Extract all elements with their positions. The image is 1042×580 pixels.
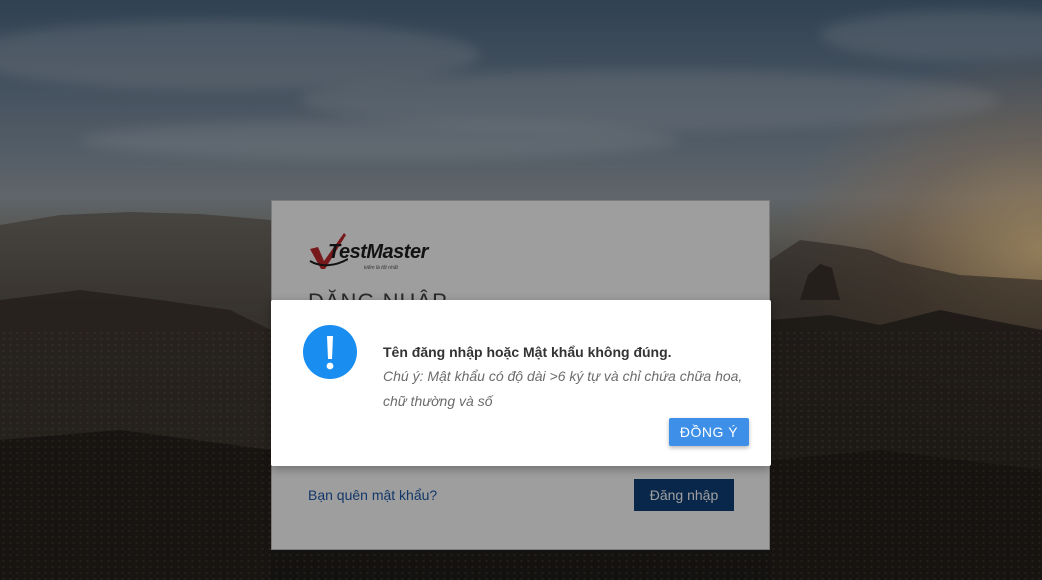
alert-title: Tên đăng nhập hoặc Mật khẩu không đúng. bbox=[383, 344, 672, 360]
modal-overlay[interactable] bbox=[0, 0, 1042, 580]
alert-dialog: Tên đăng nhập hoặc Mật khẩu không đúng. … bbox=[271, 300, 771, 466]
exclamation-circle-icon bbox=[303, 325, 357, 379]
alert-message: Chú ý: Mật khẩu có độ dài >6 ký tự và ch… bbox=[383, 368, 743, 409]
confirm-button[interactable]: ĐỒNG Ý bbox=[669, 418, 749, 446]
